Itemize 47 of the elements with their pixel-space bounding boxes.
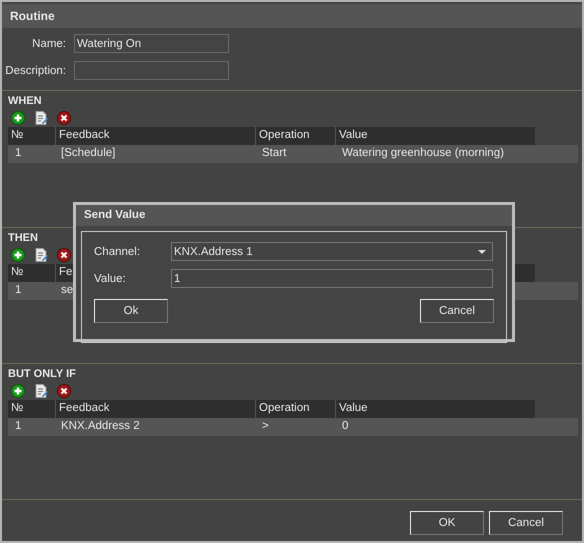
table-cell: 1 [15,147,22,159]
table-cell: [Schedule] [61,147,116,159]
table-cell: 1 [15,284,22,296]
channel-label: Channel: [94,246,142,258]
table-cell: > [262,420,269,432]
column-header: № [11,402,24,414]
name-field[interactable]: Watering On [74,34,229,53]
column-header: № [11,129,24,141]
table-cell: Start [262,147,286,159]
section-title: BUT ONLY IF [8,368,77,381]
caret-icon [478,250,486,254]
add-icon[interactable] [11,111,25,125]
column-header: Operation [259,402,310,414]
description-label: Description: [4,64,66,76]
column-header: № [11,266,24,278]
dialog-title: Send Value [76,205,512,226]
edit-icon[interactable] [34,248,48,262]
ok-button[interactable]: Ok [94,299,168,323]
window-title: Routine [2,4,582,28]
column-header: Operation [259,129,310,141]
table-cell: Watering greenhouse (morning) [342,147,504,159]
column-header: Feedback [59,129,110,141]
table-cell: 1 [15,420,22,432]
channel-dropdown[interactable]: KNX.Address 1 [171,242,493,261]
table-cell: 0 [342,420,348,432]
cancel-button[interactable]: Cancel [420,299,494,323]
column-header: Value [339,402,368,414]
dialog-button[interactable]: Cancel [489,511,563,535]
table-cell: KNX.Address 2 [61,420,140,432]
section-title: WHEN [8,95,43,108]
delete-icon[interactable] [57,384,71,398]
description-field[interactable] [74,61,229,80]
name-label: Name: [31,38,66,50]
value-label: Value: [94,272,127,284]
edit-icon[interactable] [34,384,48,398]
delete-icon[interactable] [57,111,71,125]
column-header: Value [339,129,368,141]
table-cell: se [61,284,74,296]
add-icon[interactable] [11,248,25,262]
column-header: Fe [59,266,72,278]
delete-icon[interactable] [57,248,71,262]
dialog-button[interactable]: OK [410,511,484,535]
add-icon[interactable] [11,384,25,398]
value-field[interactable]: 1 [171,269,493,288]
section-title: THEN [8,232,39,245]
edit-icon[interactable] [34,111,48,125]
column-header: Feedback [59,402,110,414]
